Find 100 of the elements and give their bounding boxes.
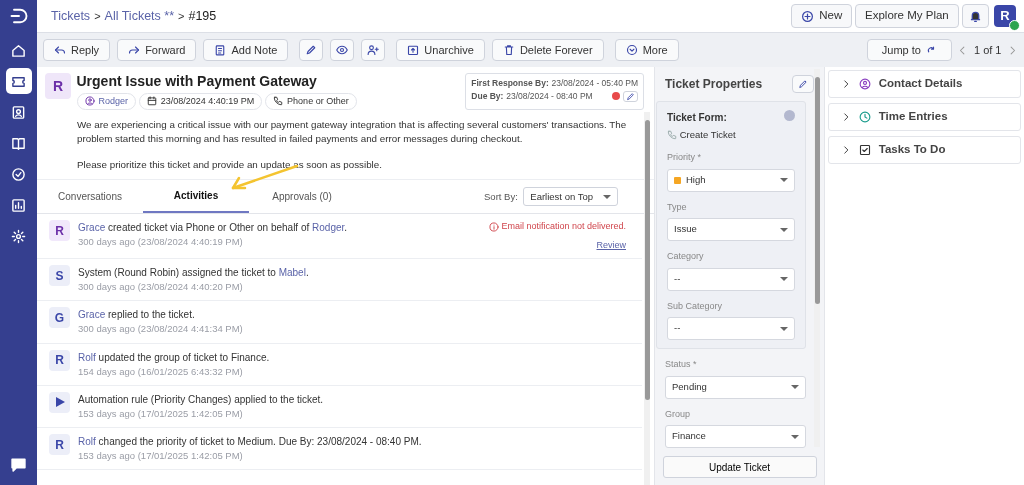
update-ticket-button[interactable]: Update Ticket xyxy=(662,456,817,478)
panel-title: Tasks To Do xyxy=(878,142,946,158)
field-label: Sub Category xyxy=(667,299,724,313)
activity-text: System (Round Robin) assigned the ticket to Mabel. xyxy=(78,266,310,281)
phone-icon xyxy=(667,129,677,140)
toolbar-button[interactable]: More xyxy=(614,39,679,61)
tab[interactable]: Conversations xyxy=(37,181,143,213)
reply-icon xyxy=(54,44,66,56)
user-avatar: R xyxy=(49,349,70,371)
field-label: Status * xyxy=(665,358,698,371)
breadcrumb-link[interactable]: Tickets xyxy=(51,6,91,26)
select-field[interactable]: High xyxy=(667,168,795,192)
user-link[interactable]: Mabel xyxy=(278,267,306,279)
breadcrumb-link[interactable]: All Tickets ** xyxy=(104,6,175,26)
user-circle-icon xyxy=(84,96,95,107)
checkbox-icon xyxy=(858,143,871,156)
scrollbar[interactable] xyxy=(644,112,650,485)
panel-title: Time Entries xyxy=(878,109,948,125)
notifications-button[interactable] xyxy=(961,4,989,28)
activity-time: 300 days ago (23/08/2024 4:40:20 PM) xyxy=(78,280,244,295)
sla-date: 23/08/2024 - 05:40 PM xyxy=(551,77,638,90)
field-label: Group xyxy=(665,407,691,421)
user-link[interactable]: Grace xyxy=(78,309,106,321)
contact-card-icon xyxy=(11,104,26,120)
settings-icon xyxy=(11,228,26,244)
activity-text: Rolf changed the priority of ticket to Medium. Due By: 23/08/2024 - 08:40 PM. xyxy=(78,435,423,450)
sort-label: Sort By: xyxy=(484,189,518,204)
description-paragraph: We are experiencing a critical issue with our payment gateway integration that is affecting several customers' transactions. The problem started this morning and has resulted in failed payments and error messages during checkout. xyxy=(77,118,628,146)
activity-time: 153 days ago (17/01/2025 1:42:05 PM) xyxy=(78,449,244,464)
pencil-icon xyxy=(798,79,808,89)
field-label: Type xyxy=(667,200,688,214)
user-link[interactable]: Rodger xyxy=(312,222,345,234)
field-label: Priority * xyxy=(667,151,703,164)
scrollbar[interactable] xyxy=(814,69,820,447)
forward-icon xyxy=(128,44,141,56)
select-field[interactable]: -- xyxy=(667,317,795,340)
field-label: Category xyxy=(667,250,705,263)
add-user-icon xyxy=(367,44,380,56)
sla-label: First Response By: xyxy=(471,77,549,90)
breadcrumb-separator: > xyxy=(94,8,101,24)
toolbar-button[interactable]: Reply xyxy=(43,39,111,61)
collapsible-panel[interactable]: Contact Details xyxy=(827,69,1022,98)
plus-circle-icon xyxy=(801,9,815,23)
eye-icon xyxy=(336,44,349,56)
select-field[interactable]: Issue xyxy=(667,218,795,241)
review-link[interactable]: Review xyxy=(596,238,626,253)
edit-button[interactable] xyxy=(792,75,814,93)
icon-button[interactable] xyxy=(299,39,324,61)
user-avatar: G xyxy=(49,307,70,329)
sla-label: Due By: xyxy=(471,89,504,103)
user-link[interactable]: Grace xyxy=(78,222,106,234)
sort-select[interactable]: Earliest on Top xyxy=(523,187,618,207)
sidebar-item[interactable] xyxy=(5,68,32,94)
breadcrumb-current: #195 xyxy=(188,7,217,25)
collapsible-panel[interactable]: Tasks To Do xyxy=(827,135,1022,164)
pager-text: 1 of 1 xyxy=(973,42,1002,58)
sla-date: 23/08/2024 - 08:40 PM xyxy=(506,89,593,103)
explore-plan-button[interactable]: Explore My Plan xyxy=(855,4,959,28)
tab[interactable]: Activities xyxy=(143,180,249,214)
user-avatar: R xyxy=(49,434,70,456)
phone-icon xyxy=(273,96,284,107)
toolbar-button[interactable]: Add Note xyxy=(203,39,289,61)
info-icon xyxy=(488,221,499,232)
collapsible-panel[interactable]: Time Entries xyxy=(827,102,1022,131)
panel-title: Ticket Properties xyxy=(665,76,763,93)
select-field[interactable]: -- xyxy=(667,267,795,291)
form-name: Create Ticket xyxy=(679,127,736,142)
contact-icon xyxy=(858,77,871,90)
toolbar-button[interactable]: Forward xyxy=(117,39,197,61)
user-avatar: R xyxy=(49,220,70,242)
select-field[interactable]: Finance xyxy=(665,425,806,448)
select-field[interactable]: Pending xyxy=(665,375,806,399)
activity-time: 153 days ago (17/01/2025 1:42:05 PM) xyxy=(78,406,244,421)
automation-icon xyxy=(49,391,70,413)
chart-icon xyxy=(11,197,26,213)
pencil-icon xyxy=(626,91,635,101)
tab[interactable]: Approvals (0) xyxy=(249,181,355,213)
toolbar-button[interactable]: Unarchive xyxy=(396,39,485,61)
delivery-warning: Email notification not delivered. xyxy=(488,220,626,234)
chevron-circle-icon xyxy=(625,44,638,56)
edit-icon xyxy=(305,44,318,56)
unarchive-icon xyxy=(407,44,420,56)
icon-button[interactable] xyxy=(330,39,355,61)
edit-due-button[interactable] xyxy=(623,90,638,102)
user-link[interactable]: Rolf xyxy=(78,436,96,448)
chat-icon xyxy=(10,455,27,473)
icon-button[interactable] xyxy=(361,39,386,61)
user-link[interactable]: Rolf xyxy=(78,351,96,363)
activity-text: Rolf updated the group of ticket to Finance. xyxy=(78,350,271,365)
trash-icon xyxy=(502,44,515,56)
activity-time: 154 days ago (16/01/2025 6:43:32 PM) xyxy=(78,364,244,379)
jump-to-button[interactable]: Jump to xyxy=(866,39,952,61)
overdue-dot xyxy=(612,92,621,101)
bell-icon xyxy=(968,9,982,23)
home-icon xyxy=(11,42,26,58)
activity-text: Grace created ticket via Phone or Other on behalf of Rodger. xyxy=(78,221,349,236)
breadcrumb-separator: > xyxy=(178,8,185,24)
toolbar-button[interactable]: Delete Forever xyxy=(491,39,604,61)
activity-time: 300 days ago (23/08/2024 4:40:19 PM) xyxy=(78,235,244,250)
new-button[interactable]: New xyxy=(791,4,853,28)
